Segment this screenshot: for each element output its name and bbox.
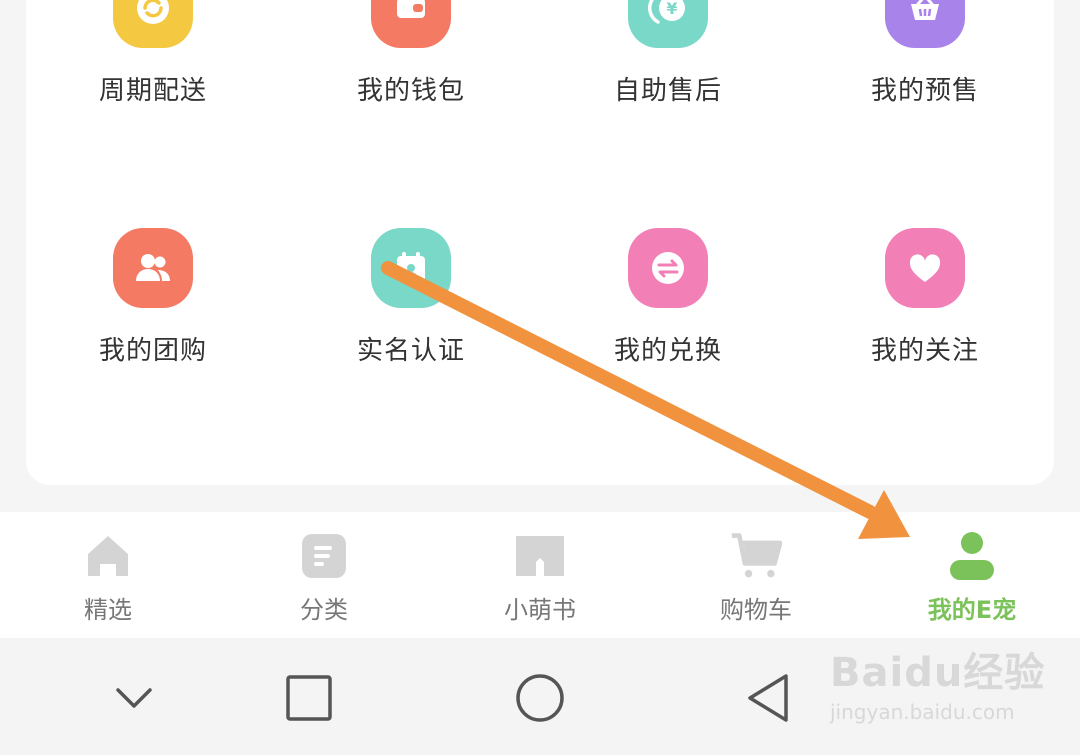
service-label: 自助售后: [613, 76, 722, 106]
service-label: 我的兑换: [613, 336, 722, 366]
baidu-watermark: Baidu经验 jingyan.baidu.com: [830, 640, 1070, 740]
circle-icon[interactable]: [510, 668, 570, 728]
basket-icon: [885, 0, 965, 48]
tab-notebook[interactable]: 小萌书: [450, 512, 630, 638]
group-icon: [113, 228, 193, 308]
service-item-group-buy[interactable]: 我的团购: [53, 228, 253, 398]
service-item-periodic-delivery[interactable]: 周期配送: [53, 0, 253, 170]
bottom-tab-bar: 精选 分类 小萌书 购物车 我的E宠: [0, 512, 1080, 638]
square-icon[interactable]: [279, 668, 339, 728]
service-label: 实名认证: [356, 336, 465, 366]
tab-cart[interactable]: 购物车: [666, 512, 846, 638]
home-icon: [82, 530, 134, 582]
service-label: 我的关注: [870, 336, 979, 366]
service-label: 我的团购: [98, 336, 207, 366]
chevron-down-icon[interactable]: [104, 668, 164, 728]
back-triangle-icon[interactable]: [738, 668, 798, 728]
tab-my-epet[interactable]: 我的E宠: [882, 512, 1062, 638]
screen: 周期配送 我的钱包 ¥ 自助售后 我的预售 我的团购 实名认证 我的兑换 我的关…: [0, 0, 1080, 755]
service-item-real-name[interactable]: 实名认证: [311, 228, 511, 398]
service-item-presale[interactable]: 我的预售: [825, 0, 1025, 170]
service-item-following[interactable]: 我的关注: [825, 228, 1025, 398]
category-icon: [298, 530, 350, 582]
profile-icon: [946, 530, 998, 582]
tab-label: 购物车: [720, 596, 792, 624]
exchange-icon: [628, 228, 708, 308]
cart-icon: [730, 530, 782, 582]
book-icon: [514, 530, 566, 582]
calendar-id-icon: [371, 228, 451, 308]
service-label: 我的钱包: [356, 76, 465, 106]
refresh-icon: [113, 0, 193, 48]
tab-label: 我的E宠: [927, 596, 1017, 624]
tab-label: 精选: [84, 596, 132, 624]
tab-category[interactable]: 分类: [234, 512, 414, 638]
service-label: 周期配送: [98, 76, 207, 106]
tab-featured[interactable]: 精选: [18, 512, 198, 638]
watermark-main: Baidu经验: [830, 650, 1046, 696]
services-card: 周期配送 我的钱包 ¥ 自助售后 我的预售 我的团购 实名认证 我的兑换 我的关…: [26, 0, 1054, 485]
tab-label: 小萌书: [504, 596, 576, 624]
yen-refund-icon: ¥: [628, 0, 708, 48]
watermark-sub: jingyan.baidu.com: [830, 700, 1015, 724]
heart-icon: [885, 228, 965, 308]
wallet-icon: [371, 0, 451, 48]
service-item-self-service[interactable]: ¥ 自助售后: [568, 0, 768, 170]
svg-text:¥: ¥: [666, 0, 677, 18]
service-item-wallet[interactable]: 我的钱包: [311, 0, 511, 170]
tab-label: 分类: [300, 596, 348, 624]
service-item-exchange[interactable]: 我的兑换: [568, 228, 768, 398]
service-label: 我的预售: [870, 76, 979, 106]
